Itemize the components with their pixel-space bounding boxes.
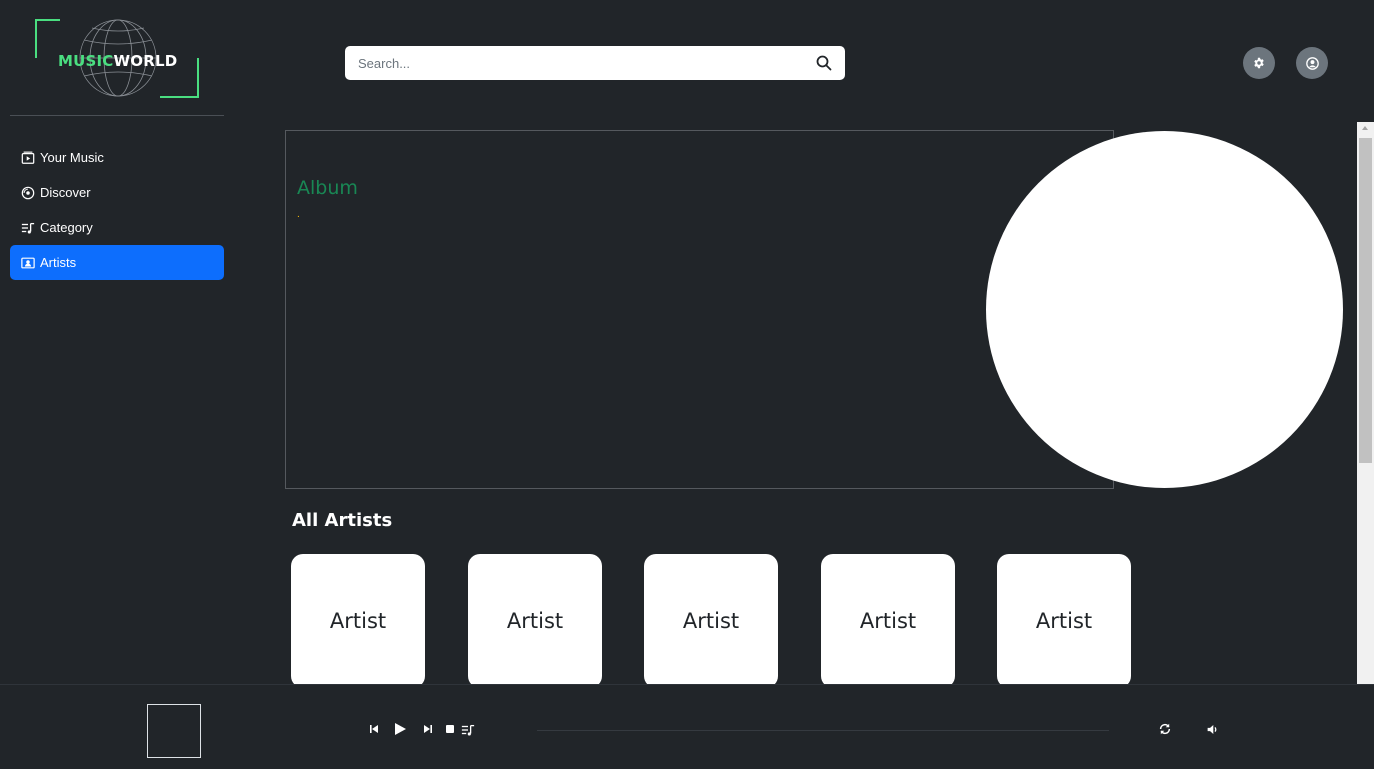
artist-card[interactable]: Artist	[291, 554, 425, 688]
sidebar-item-label: Artists	[40, 255, 77, 270]
artist-card-label: Artist	[506, 609, 564, 633]
logo[interactable]: MUSICWORLD	[34, 18, 202, 100]
sidebar-item-label: Discover	[40, 185, 91, 200]
artist-card[interactable]: Artist	[468, 554, 602, 688]
logo-text-music: MUSIC	[58, 52, 114, 70]
page-scrollbar[interactable]	[1357, 122, 1374, 684]
sidebar-nav: Your Music Discover Category Artists	[10, 140, 224, 280]
artist-card[interactable]: Artist	[644, 554, 778, 688]
volume-icon	[1207, 725, 1217, 734]
stop-icon	[446, 725, 454, 733]
now-playing-thumbnail	[147, 704, 201, 758]
artist-card[interactable]: Artist	[997, 554, 1131, 688]
profile-button[interactable]	[1296, 47, 1328, 79]
search-icon	[816, 55, 832, 71]
skip-next-icon	[424, 725, 432, 733]
repeat-icon	[1159, 723, 1171, 735]
next-button[interactable]	[423, 724, 433, 734]
player-bar	[0, 684, 1374, 769]
music-list-icon	[21, 221, 35, 235]
scroll-up-icon[interactable]	[1362, 126, 1368, 130]
settings-button[interactable]	[1243, 47, 1275, 79]
sidebar-divider	[10, 115, 224, 116]
all-artists-heading: All Artists	[292, 510, 393, 531]
sidebar-item-category[interactable]: Category	[10, 210, 224, 245]
logo-text-world: WORLD	[113, 52, 178, 70]
stop-button[interactable]	[445, 724, 455, 734]
gear-icon	[1254, 57, 1264, 69]
search-button[interactable]	[803, 46, 845, 80]
volume-button[interactable]	[1206, 723, 1219, 736]
skip-previous-icon	[370, 725, 378, 733]
disc-icon	[21, 186, 35, 200]
person-card-icon	[21, 256, 35, 270]
album-subtitle: .	[297, 209, 300, 220]
artist-card-label: Artist	[1035, 609, 1093, 633]
artist-card[interactable]: Artist	[821, 554, 955, 688]
artist-card-label: Artist	[682, 609, 740, 633]
search-bar	[345, 46, 845, 80]
sidebar-item-artists[interactable]: Artists	[10, 245, 224, 280]
scrollbar-thumb[interactable]	[1359, 138, 1372, 463]
album-cover-image	[986, 131, 1343, 488]
queue-button[interactable]	[461, 723, 475, 737]
search-input[interactable]	[345, 46, 803, 80]
queue-icon	[461, 724, 475, 736]
playback-progress-bar[interactable]	[537, 730, 1109, 731]
play-box-icon	[21, 151, 35, 165]
artist-card-label: Artist	[859, 609, 917, 633]
sidebar-item-label: Category	[40, 220, 93, 235]
play-icon	[395, 723, 406, 735]
album-title: Album	[297, 177, 358, 199]
repeat-button[interactable]	[1158, 722, 1172, 736]
play-button[interactable]	[393, 722, 407, 736]
user-circle-icon	[1305, 56, 1319, 70]
artist-card-label: Artist	[329, 609, 387, 633]
previous-button[interactable]	[369, 724, 379, 734]
sidebar-item-your-music[interactable]: Your Music	[10, 140, 224, 175]
sidebar-item-discover[interactable]: Discover	[10, 175, 224, 210]
logo-text: MUSICWORLD	[58, 52, 177, 70]
sidebar-item-label: Your Music	[40, 150, 104, 165]
